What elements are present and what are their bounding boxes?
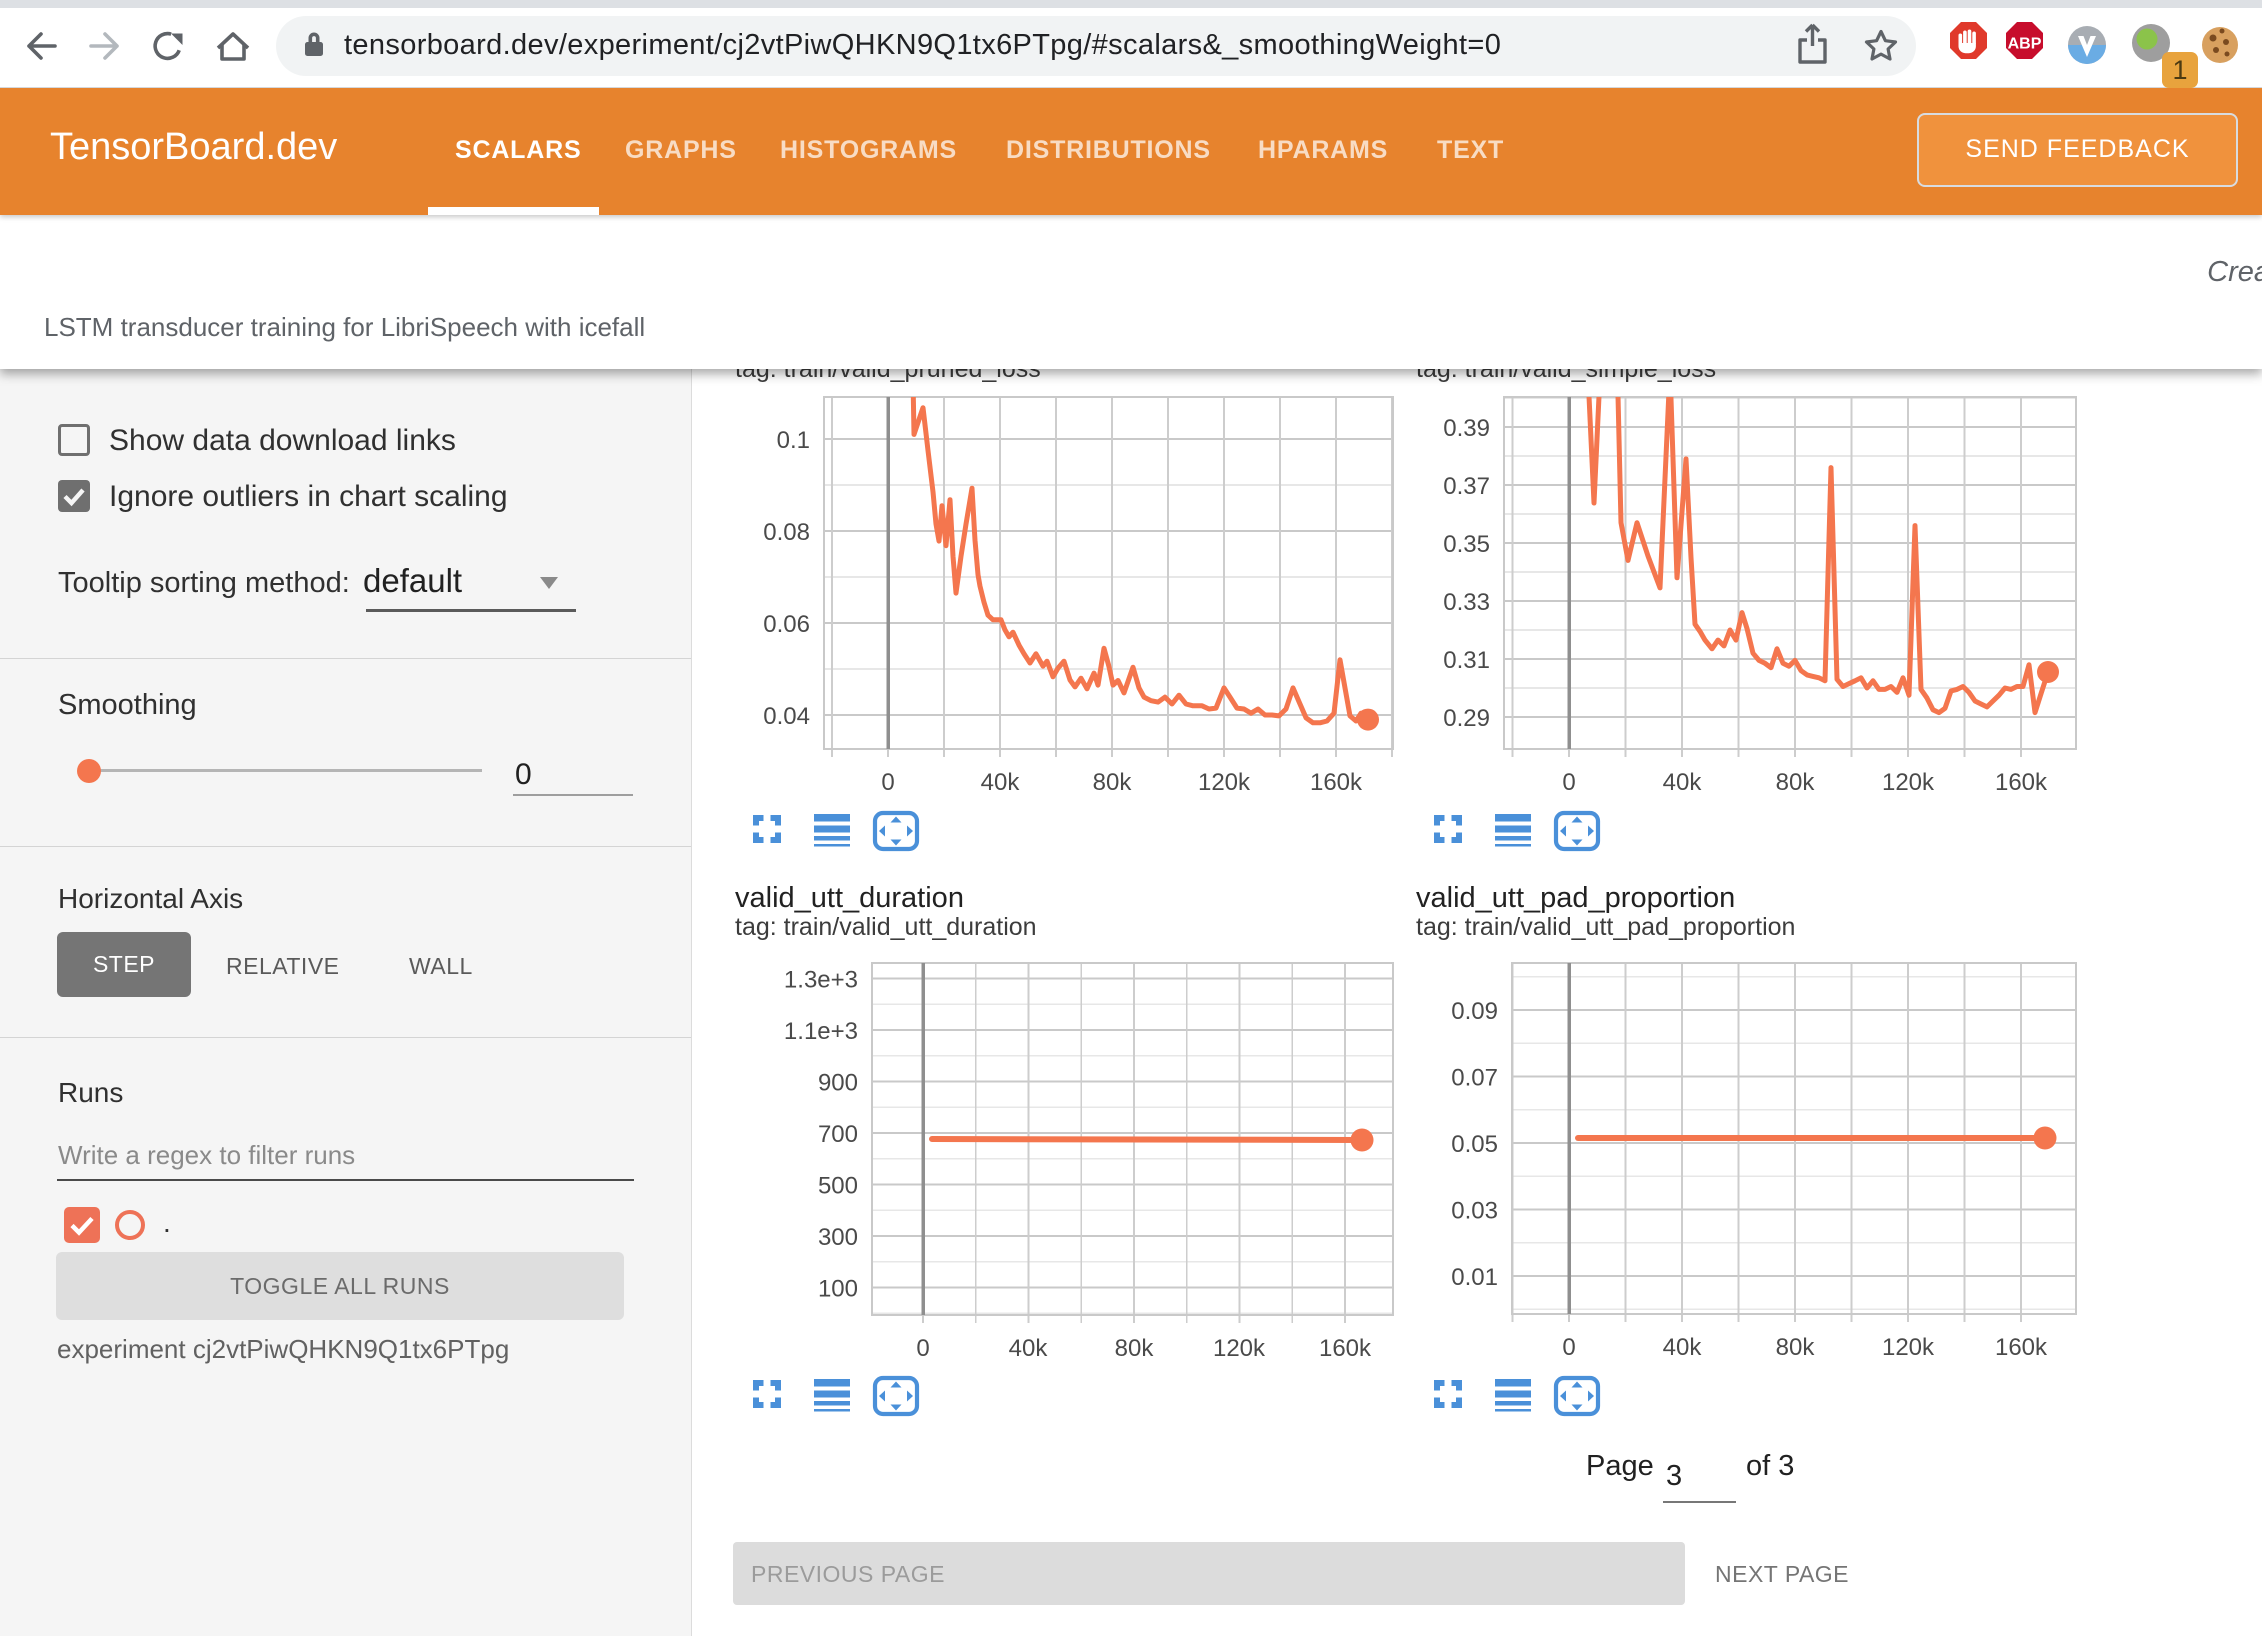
svg-text:1.3e+3: 1.3e+3 <box>784 967 858 994</box>
svg-text:0: 0 <box>881 769 894 796</box>
svg-text:0: 0 <box>916 1335 929 1362</box>
svg-text:80k: 80k <box>1776 769 1816 796</box>
svg-text:0.31: 0.31 <box>1443 647 1490 674</box>
svg-text:0.39: 0.39 <box>1443 415 1490 442</box>
svg-text:120k: 120k <box>1213 1335 1266 1362</box>
svg-text:0.07: 0.07 <box>1451 1065 1498 1092</box>
svg-text:80k: 80k <box>1776 1334 1816 1361</box>
svg-text:valid_utt_pad_proportion: valid_utt_pad_proportion <box>1416 882 1735 914</box>
svg-text:160k: 160k <box>1995 1334 2048 1361</box>
svg-text:1: 1 <box>2172 55 2187 85</box>
svg-text:0.03: 0.03 <box>1451 1198 1498 1225</box>
svg-text:ABP: ABP <box>2008 36 2042 53</box>
svg-text:40k: 40k <box>1009 1335 1049 1362</box>
svg-text:160k: 160k <box>1310 769 1363 796</box>
svg-text:0.04: 0.04 <box>763 703 810 730</box>
svg-text:120k: 120k <box>1882 769 1935 796</box>
svg-text:160k: 160k <box>1319 1335 1372 1362</box>
svg-text:tag: train/valid_utt_duration: tag: train/valid_utt_duration <box>735 913 1037 941</box>
svg-text:80k: 80k <box>1115 1335 1155 1362</box>
svg-text:0: 0 <box>1562 769 1575 796</box>
svg-text:0.05: 0.05 <box>1451 1131 1498 1158</box>
svg-text:120k: 120k <box>1198 769 1251 796</box>
svg-text:0.1: 0.1 <box>777 427 810 454</box>
svg-text:0.35: 0.35 <box>1443 531 1490 558</box>
svg-text:80k: 80k <box>1093 769 1133 796</box>
svg-text:40k: 40k <box>1663 769 1703 796</box>
svg-text:0.08: 0.08 <box>763 519 810 546</box>
svg-text:0.06: 0.06 <box>763 611 810 638</box>
svg-text:300: 300 <box>818 1224 858 1251</box>
svg-text:40k: 40k <box>1663 1334 1703 1361</box>
svg-text:40k: 40k <box>981 769 1021 796</box>
svg-text:500: 500 <box>818 1173 858 1200</box>
svg-text:tag: train/valid_utt_pad_propo: tag: train/valid_utt_pad_proportion <box>1416 913 1795 941</box>
svg-text:valid_utt_duration: valid_utt_duration <box>735 882 964 914</box>
svg-text:0.29: 0.29 <box>1443 705 1490 732</box>
svg-text:700: 700 <box>818 1121 858 1148</box>
svg-text:1.1e+3: 1.1e+3 <box>784 1018 858 1045</box>
svg-text:900: 900 <box>818 1070 858 1097</box>
svg-text:160k: 160k <box>1995 769 2048 796</box>
svg-text:0: 0 <box>1562 1334 1575 1361</box>
svg-text:0.01: 0.01 <box>1451 1264 1498 1291</box>
svg-text:120k: 120k <box>1882 1334 1935 1361</box>
svg-text:100: 100 <box>818 1276 858 1303</box>
svg-text:0.09: 0.09 <box>1451 998 1498 1025</box>
svg-text:0.33: 0.33 <box>1443 589 1490 616</box>
svg-text:0.37: 0.37 <box>1443 473 1490 500</box>
